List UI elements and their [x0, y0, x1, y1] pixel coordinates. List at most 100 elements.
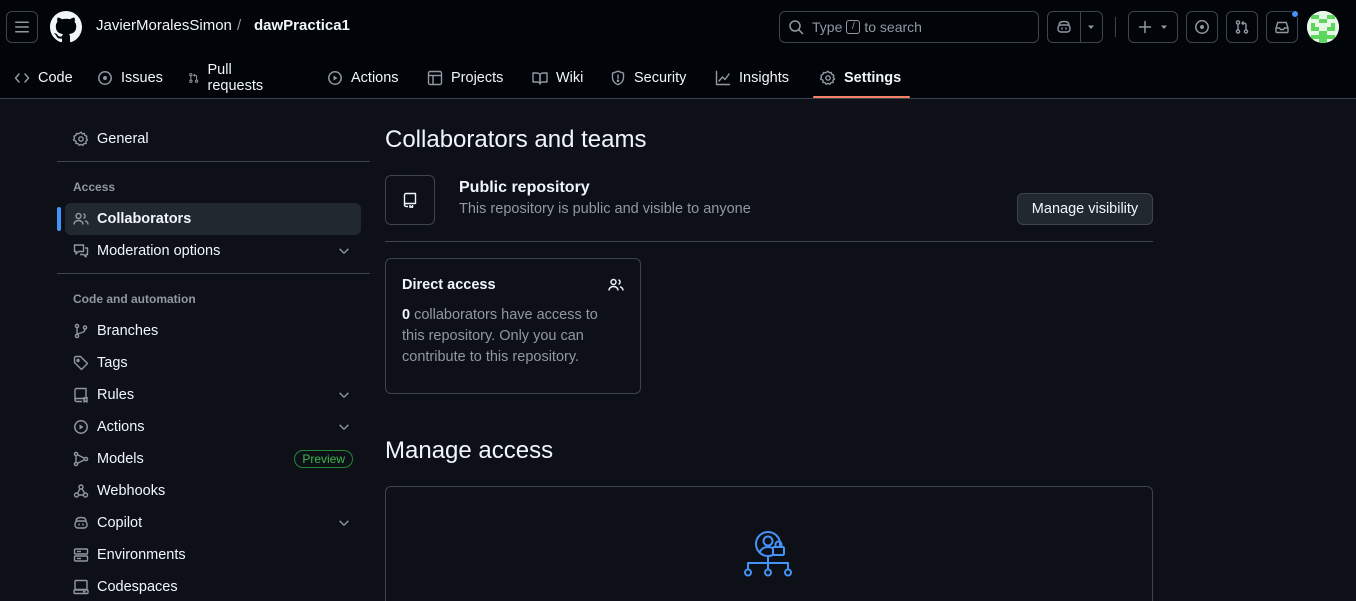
- search-input[interactable]: Type / to search: [779, 11, 1039, 43]
- tab-insights[interactable]: Insights: [715, 58, 789, 98]
- search-placeholder-suffix: to search: [864, 19, 922, 35]
- sidebar-item-models[interactable]: Models Preview: [65, 443, 361, 475]
- sidebar-item-models-label: Models: [97, 451, 144, 467]
- issue-opened-icon: [98, 71, 112, 85]
- repo-push-icon: [74, 387, 88, 403]
- menu-button[interactable]: [6, 11, 38, 43]
- chevron-down-icon: [339, 520, 349, 526]
- tab-code[interactable]: Code: [14, 58, 73, 98]
- tab-projects[interactable]: Projects: [427, 58, 503, 98]
- hamburger-icon: [15, 21, 29, 33]
- issue-opened-icon: [1195, 20, 1209, 34]
- sidebar-item-webhooks[interactable]: Webhooks: [65, 475, 361, 507]
- sidebar-item-branches[interactable]: Branches: [65, 315, 361, 347]
- people-icon: [73, 212, 89, 225]
- tab-actions-label: Actions: [351, 70, 399, 86]
- search-icon: [789, 20, 804, 35]
- tab-settings[interactable]: Settings: [820, 58, 901, 98]
- copilot-icon: [74, 516, 88, 529]
- your-issues-button[interactable]: [1186, 11, 1218, 43]
- sidebar-item-rules[interactable]: Rules: [65, 379, 361, 411]
- identicon-icon: [1307, 11, 1339, 43]
- global-header: JavierMoralesSimon / dawPractica1 Type /…: [0, 0, 1356, 99]
- sidebar-item-copilot[interactable]: Copilot: [65, 507, 361, 539]
- sidebar-item-copilot-label: Copilot: [97, 515, 143, 531]
- search-shortcut-key: /: [846, 20, 861, 34]
- header-divider: [1115, 17, 1116, 37]
- github-logo-icon[interactable]: [50, 11, 82, 43]
- preview-badge: Preview: [294, 450, 353, 468]
- gear-icon: [73, 131, 89, 146]
- sidebar-item-moderation[interactable]: Moderation options: [65, 235, 361, 267]
- workflow-icon: [73, 451, 89, 467]
- breadcrumb-repo[interactable]: dawPractica1: [254, 17, 350, 34]
- tab-pull-requests-label: Pull requests: [207, 62, 264, 94]
- breadcrumb-separator: /: [237, 17, 242, 34]
- sidebar-divider: [57, 273, 370, 274]
- sidebar-item-webhooks-label: Webhooks: [97, 483, 166, 499]
- server-icon: [73, 548, 89, 562]
- sidebar-divider: [57, 161, 370, 162]
- sidebar-heading-access: Access: [73, 180, 116, 194]
- sidebar-item-actions-label: Actions: [97, 419, 145, 435]
- webhook-icon: [73, 484, 89, 498]
- sidebar-item-rules-label: Rules: [97, 387, 135, 403]
- sidebar-item-collaborators-label: Collaborators: [97, 211, 192, 227]
- sidebar-item-codespaces-label: Codespaces: [97, 579, 178, 595]
- direct-access-description: 0 collaborators have access to this repo…: [402, 305, 624, 368]
- user-avatar[interactable]: [1307, 11, 1339, 43]
- search-placeholder: Type / to search: [812, 19, 922, 35]
- sidebar-item-general[interactable]: General: [65, 123, 361, 155]
- chevron-down-icon: [339, 424, 349, 430]
- chevron-down-icon: [339, 392, 349, 398]
- inbox-icon: [1275, 21, 1289, 34]
- sidebar-item-codespaces[interactable]: Codespaces: [65, 571, 361, 601]
- direct-access-title: Direct access: [402, 277, 496, 293]
- sidebar-item-general-label: General: [97, 131, 149, 147]
- sidebar-item-tags-label: Tags: [97, 355, 128, 371]
- shield-icon: [611, 70, 625, 86]
- triangle-down-icon: [1088, 25, 1095, 29]
- page-title: Collaborators and teams: [385, 126, 647, 153]
- direct-access-text: collaborators have access to this reposi…: [402, 307, 598, 365]
- section-divider: [385, 241, 1153, 242]
- breadcrumb-owner[interactable]: JavierMoralesSimon: [96, 17, 232, 34]
- visibility-title: Public repository: [459, 179, 590, 196]
- manage-visibility-button[interactable]: Manage visibility: [1017, 193, 1153, 225]
- your-pull-requests-button[interactable]: [1226, 11, 1258, 43]
- git-pull-request-icon: [1235, 20, 1249, 34]
- play-icon: [74, 420, 88, 434]
- tab-security[interactable]: Security: [610, 58, 686, 98]
- sidebar-item-environments-label: Environments: [97, 547, 186, 563]
- sidebar-item-actions[interactable]: Actions: [65, 411, 361, 443]
- tab-wiki[interactable]: Wiki: [532, 58, 583, 98]
- collaborator-count: 0: [402, 307, 411, 323]
- tab-pull-requests[interactable]: Pull requests: [188, 58, 268, 98]
- tab-issues-label: Issues: [121, 70, 163, 86]
- plus-icon: [1138, 20, 1152, 34]
- person-lock-network-icon: [744, 531, 792, 577]
- table-icon: [427, 70, 443, 86]
- sidebar-item-branches-label: Branches: [97, 323, 159, 339]
- sidebar-item-tags[interactable]: Tags: [65, 347, 361, 379]
- copilot-dropdown-button[interactable]: [1081, 12, 1102, 42]
- triangle-down-icon: [1161, 25, 1167, 29]
- graph-icon: [715, 70, 731, 86]
- play-icon: [328, 71, 342, 85]
- notification-indicator: [1291, 10, 1299, 18]
- sidebar-item-environments[interactable]: Environments: [65, 539, 361, 571]
- sidebar-active-indicator: [57, 207, 61, 231]
- search-placeholder-prefix: Type: [812, 19, 843, 35]
- tab-actions[interactable]: Actions: [327, 58, 399, 98]
- repo-icon: [403, 192, 417, 208]
- active-tab-underline: [813, 96, 910, 98]
- sidebar-item-collaborators[interactable]: Collaborators: [65, 203, 361, 235]
- tab-issues[interactable]: Issues: [97, 58, 163, 98]
- copilot-button-group: [1047, 11, 1103, 43]
- copilot-button[interactable]: [1048, 12, 1081, 42]
- gear-icon: [820, 70, 836, 85]
- code-icon: [14, 73, 30, 83]
- create-new-button[interactable]: [1128, 11, 1178, 43]
- tab-code-label: Code: [38, 70, 73, 86]
- tab-insights-label: Insights: [739, 70, 789, 86]
